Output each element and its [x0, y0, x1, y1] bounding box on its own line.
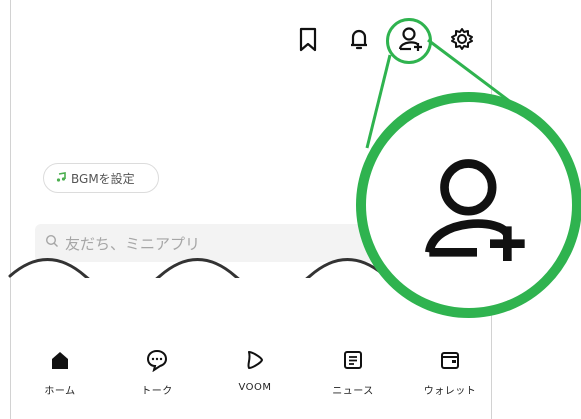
- add-friend-icon-zoomed: [412, 144, 542, 278]
- highlight-ring: [386, 18, 432, 64]
- zoom-circle: [356, 92, 581, 318]
